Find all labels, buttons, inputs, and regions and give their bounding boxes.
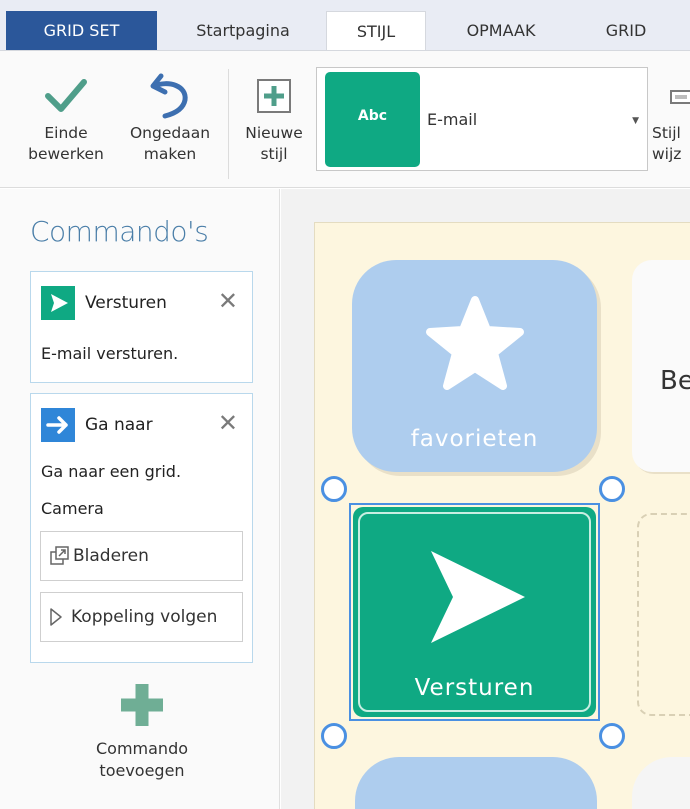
follow-link-button[interactable]: Koppeling volgen	[40, 592, 243, 642]
undo-button[interactable]: Ongedaan maken	[118, 51, 222, 189]
cell-empty-slot[interactable]	[637, 513, 690, 716]
change-style-icon	[667, 71, 690, 121]
style-name: E-mail	[427, 110, 478, 129]
dropdown-arrow-icon[interactable]: ▼	[632, 116, 639, 126]
tab-opmaak[interactable]: OPMAAK	[426, 11, 576, 50]
new-style-button[interactable]: Nieuwe stijl	[234, 51, 314, 189]
change-style-label: Stijl wijz	[652, 124, 682, 163]
command-header: Versturen	[41, 286, 167, 320]
resize-handle-bottom-left[interactable]	[321, 723, 347, 749]
selection-outline	[349, 503, 600, 721]
cell-bottom-partial[interactable]	[355, 757, 597, 809]
command-description: Ga naar een grid.	[41, 462, 182, 481]
checkmark-icon	[44, 71, 88, 121]
remove-command-icon[interactable]: ✕	[218, 286, 238, 316]
finish-editing-label: Einde bewerken	[28, 124, 104, 163]
add-style-icon	[256, 71, 292, 121]
browse-icon	[49, 545, 71, 567]
command-card-ga-naar[interactable]: Ga naar ✕ Ga naar een grid. Camera Blade…	[30, 393, 253, 663]
commands-title: Commando's	[30, 215, 209, 248]
star-icon	[424, 294, 526, 396]
resize-handle-bottom-right[interactable]	[599, 723, 625, 749]
tab-grid-set[interactable]: GRID SET	[6, 11, 157, 50]
command-name: Ga naar	[85, 415, 153, 435]
browse-label: Bladeren	[73, 546, 149, 566]
send-icon	[41, 286, 75, 320]
ribbon: Einde bewerken Ongedaan maken Nieuwe sti…	[0, 50, 690, 188]
command-card-versturen[interactable]: Versturen ✕ E-mail versturen.	[30, 271, 253, 383]
arrow-right-icon	[41, 408, 75, 442]
add-command-button[interactable]: Commando toevoegen	[62, 682, 222, 782]
cell-favorieten[interactable]: favorieten	[352, 260, 597, 472]
undo-label: Ongedaan maken	[129, 124, 211, 163]
new-style-label: Nieuwe stijl	[245, 124, 303, 163]
add-command-label: Commando toevoegen	[95, 739, 189, 780]
plus-icon	[119, 682, 165, 732]
play-outline-icon	[49, 606, 63, 628]
tab-stijl[interactable]: STIJL	[326, 11, 426, 51]
app-window: GRID SET Startpagina STIJL OPMAAK GRID E…	[0, 0, 690, 809]
cell-label: Be	[660, 366, 690, 396]
resize-handle-top-right[interactable]	[599, 476, 625, 502]
tab-bar: GRID SET Startpagina STIJL OPMAAK GRID	[0, 0, 690, 51]
resize-handle-top-left[interactable]	[321, 476, 347, 502]
style-preview-tile: Abc	[325, 72, 420, 167]
style-gallery[interactable]: Abc E-mail ▼	[316, 67, 648, 171]
follow-link-label: Koppeling volgen	[71, 607, 218, 627]
tab-grid[interactable]: GRID	[576, 11, 676, 50]
command-header: Ga naar	[41, 408, 153, 442]
browse-button[interactable]: Bladeren	[40, 531, 243, 581]
target-grid-name: Camera	[41, 499, 104, 518]
commands-panel: Commando's Versturen ✕ E-mail versturen.…	[0, 189, 280, 809]
cell-label: favorieten	[410, 426, 539, 452]
remove-command-icon[interactable]: ✕	[218, 408, 238, 438]
cell-partial[interactable]: Be	[632, 260, 690, 472]
ribbon-separator	[228, 69, 229, 179]
command-description: E-mail versturen.	[41, 344, 179, 363]
finish-editing-button[interactable]: Einde bewerken	[14, 51, 118, 189]
change-style-button[interactable]: Stijl wijz	[652, 51, 690, 189]
command-name: Versturen	[85, 293, 167, 313]
tab-startpagina[interactable]: Startpagina	[160, 11, 326, 50]
undo-icon	[147, 71, 193, 121]
